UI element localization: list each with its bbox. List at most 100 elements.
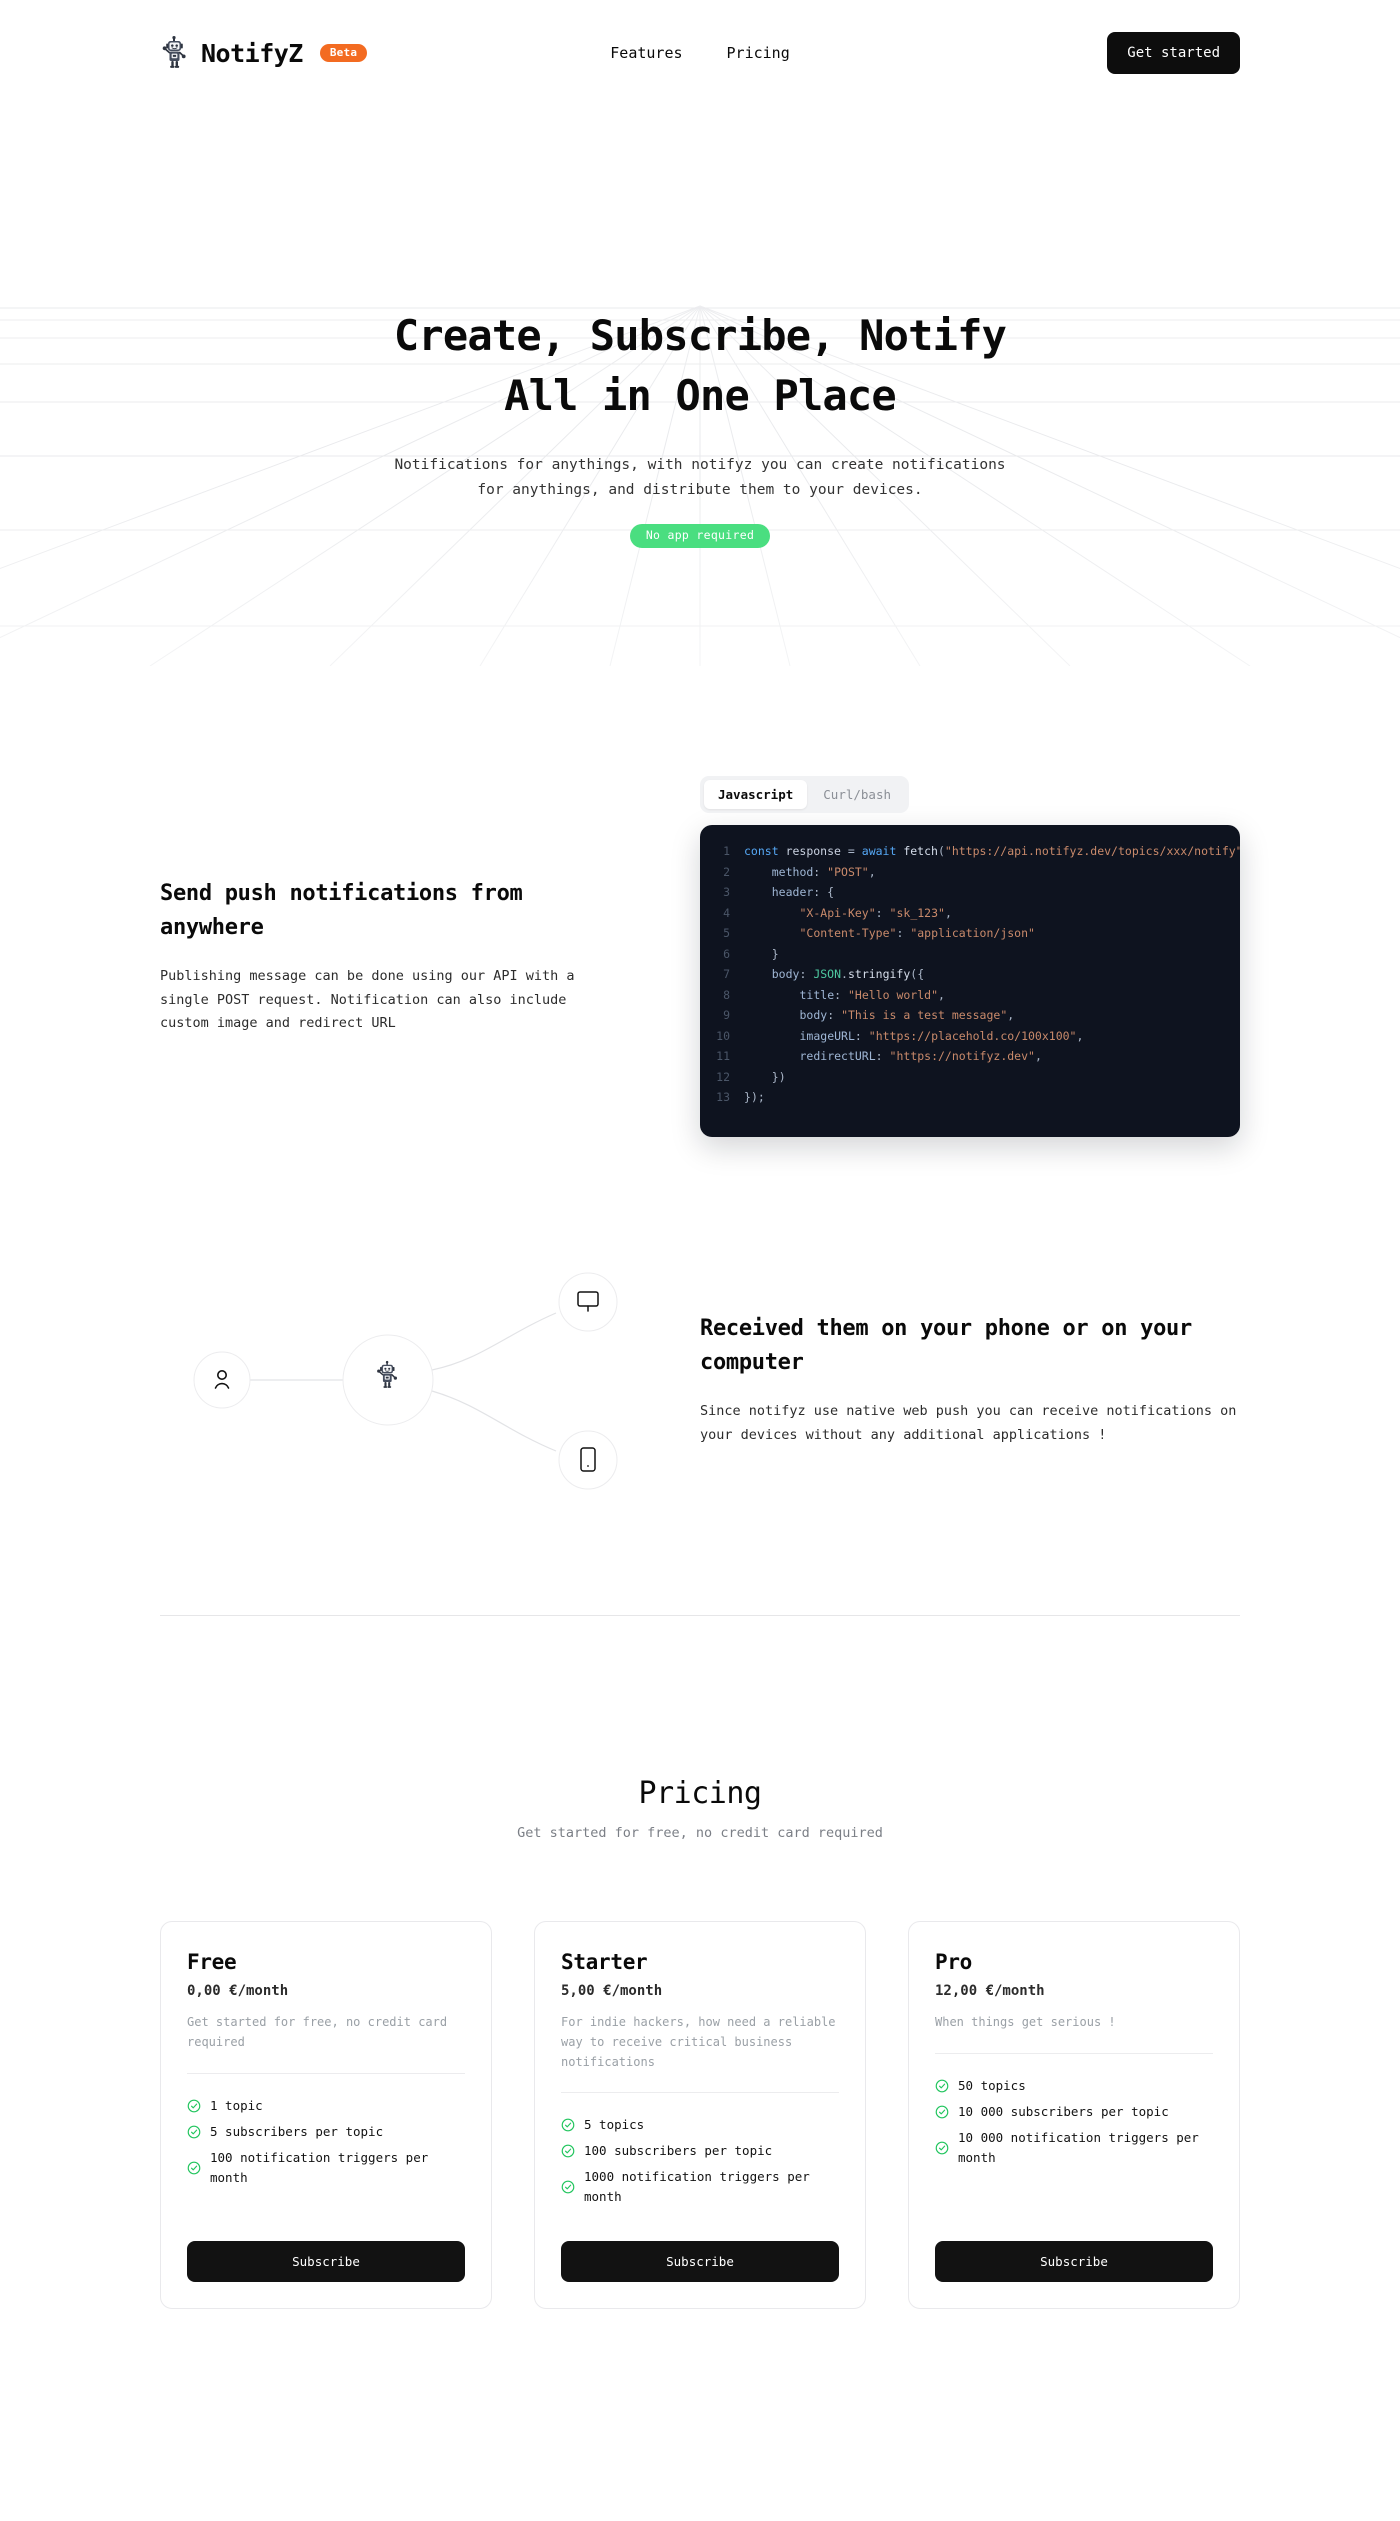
- plan-name: Free: [187, 1950, 237, 1974]
- check-circle-icon: [935, 2079, 949, 2093]
- plan-price: 5,00 €/month: [561, 1983, 663, 1999]
- code-line-content: body: "This is a test message",: [799, 1008, 1015, 1022]
- code-line-number: 12: [716, 1069, 730, 1084]
- plan-divider: [187, 2072, 465, 2074]
- plan-feature: 50 topics: [935, 2076, 1213, 2096]
- code-line: 5 "Content-Type": "application/json": [700, 923, 1240, 944]
- hero-subtitle-line-2: for anythings, and distribute them to yo…: [477, 482, 923, 499]
- code-line-number: 8: [723, 987, 730, 1002]
- check-circle-icon: [935, 2105, 949, 2119]
- code-line: 9 body: "This is a test message",: [700, 1005, 1240, 1026]
- nav-link-pricing[interactable]: Pricing: [727, 44, 790, 62]
- hero-subtitle: Notifications for anythings, with notify…: [0, 453, 1400, 504]
- code-line-number: 5: [723, 926, 730, 940]
- plan-price: 12,00 €/month: [935, 1983, 1045, 1999]
- plan-feature-label: 10 000 notification triggers per month: [958, 2129, 1199, 2165]
- plan-feature: 10 000 notification triggers per month: [935, 2128, 1213, 2168]
- pricing-title: Pricing: [638, 1776, 762, 1811]
- robot-icon: [162, 36, 186, 68]
- code-line-content: });: [744, 1090, 765, 1104]
- code-line-number: 3: [723, 885, 730, 899]
- plan-feature: 1 topic: [187, 2096, 465, 2116]
- brand-name: NotifyZ: [201, 38, 303, 68]
- feature-receive-text: Received them on your phone or on your c…: [700, 1312, 1240, 1447]
- plan-feature-label: 100 subscribers per topic: [584, 2143, 773, 2159]
- pricing-card: Starter 5,00 €/month For indie hackers, ho…: [534, 1921, 866, 2309]
- code-line-content: title: "Hello world",: [799, 987, 945, 1002]
- subscribe-button[interactable]: Subscribe: [561, 2241, 839, 2282]
- pricing-subtitle: Get started for free, no credit card req…: [517, 1825, 883, 1841]
- code-line-content: redirectURL: "https://notifyz.dev",: [799, 1049, 1042, 1063]
- plan-feature-label: 100 notification triggers per month: [210, 2149, 429, 2185]
- plan-feature-label: 1000 notification triggers per month: [584, 2169, 810, 2205]
- code-line-content: "X-Api-Key": "sk_123",: [799, 905, 952, 920]
- no-app-required-badge: No app required: [629, 523, 771, 549]
- landing-page: NotifyZ Beta Features Pricing Get starte…: [0, 0, 1400, 2407]
- plan-description: When things get serious !: [935, 2015, 1116, 2029]
- plan-feature-label: 1 topic: [210, 2097, 263, 2113]
- code-block[interactable]: 1 const response = await fetch("https://a…: [700, 825, 1240, 1137]
- pricing-header: Pricing Get started for free, no credit …: [160, 1776, 1240, 1841]
- hero-title-line-2: All in One Place: [504, 371, 897, 421]
- diagram-node-phone: [558, 1430, 618, 1490]
- nav-link-features[interactable]: Features: [610, 44, 682, 62]
- subscribe-button[interactable]: Subscribe: [935, 2241, 1213, 2282]
- plan-feature: 5 subscribers per topic: [187, 2122, 465, 2142]
- code-line-number: 1: [723, 844, 730, 858]
- check-circle-icon: [187, 2161, 201, 2174]
- code-line-number: 6: [723, 946, 730, 961]
- plan-feature-list: 5 topics 100 subscribers per topic 1000 no…: [561, 2115, 839, 2207]
- hero-section: Create, Subscribe, Notify All in One Pla…: [0, 106, 1400, 666]
- plan-feature: 1000 notification triggers per month: [561, 2167, 839, 2207]
- code-line-content: "Content-Type": "application/json": [799, 926, 1035, 940]
- brand-logo[interactable]: NotifyZ Beta: [160, 36, 368, 70]
- code-line: 11 redirectURL: "https://notifyz.dev",: [700, 1046, 1240, 1067]
- feature-receive-title: Received them on your phone or on your c…: [700, 1316, 1192, 1376]
- plan-feature: 100 notification triggers per month: [187, 2148, 465, 2188]
- feature-push-description: Publishing message can be done using our…: [160, 968, 575, 1032]
- tab-curl-bash[interactable]: Curl/bash: [809, 780, 905, 809]
- check-circle-icon: [561, 2119, 575, 2132]
- code-line-content: header: {: [771, 885, 835, 899]
- code-line-number: 9: [723, 1008, 730, 1022]
- code-line: 3 header: {: [700, 882, 1240, 903]
- feature-receive-section: Received them on your phone or on your c…: [0, 1265, 1400, 1495]
- diagram-node-hub: [342, 1334, 434, 1426]
- code-line-number: 10: [716, 1028, 730, 1043]
- code-line-content: }: [771, 946, 779, 961]
- site-header: NotifyZ Beta Features Pricing Get starte…: [0, 0, 1400, 106]
- plan-feature-label: 50 topics: [958, 2077, 1026, 2093]
- feature-receive-description: Since notifyz use native web push you ca…: [700, 1403, 1237, 1444]
- code-line-number: 4: [723, 905, 730, 920]
- pricing-card: Pro 12,00 €/month When things get serious …: [908, 1921, 1240, 2309]
- plan-feature-list: 1 topic 5 subscribers per topic 100 notifi…: [187, 2096, 465, 2188]
- code-line-content: body: JSON.stringify({: [771, 967, 925, 981]
- check-circle-icon: [935, 2141, 949, 2155]
- code-line: 4 "X-Api-Key": "sk_123",: [700, 903, 1240, 924]
- plan-description: For indie hackers, how need a reliable w…: [561, 2015, 836, 2069]
- hero-title: Create, Subscribe, Notify All in One Pla…: [0, 306, 1400, 427]
- code-line-number: 2: [723, 864, 730, 879]
- pricing-section: Pricing Get started for free, no credit …: [0, 1776, 1400, 2309]
- code-line: 1 const response = await fetch("https://a…: [700, 841, 1240, 862]
- code-line-number: 11: [716, 1049, 730, 1063]
- code-line-number: 7: [723, 967, 730, 981]
- code-line: 12 }): [700, 1067, 1240, 1088]
- feature-push-text: Send push notifications from anywhere Pu…: [160, 877, 700, 1036]
- diagram-node-user: [193, 1351, 251, 1409]
- hero-title-line-1: Create, Subscribe, Notify: [393, 311, 1007, 360]
- code-line: 2 method: "POST",: [700, 862, 1240, 883]
- plan-feature-label: 5 subscribers per topic: [210, 2123, 384, 2139]
- subscribe-button[interactable]: Subscribe: [187, 2241, 465, 2282]
- plan-description: Get started for free, no credit card req…: [187, 2015, 448, 2049]
- check-circle-icon: [187, 2125, 201, 2138]
- device-diagram: [160, 1265, 700, 1495]
- main-nav: Features Pricing: [610, 44, 789, 62]
- code-line-content: method: "POST",: [771, 864, 876, 879]
- get-started-button[interactable]: Get started: [1107, 32, 1240, 74]
- tab-javascript[interactable]: Javascript: [704, 780, 808, 809]
- check-circle-icon: [187, 2099, 201, 2112]
- code-line-content: imageURL: "https://placehold.co/100x100"…: [799, 1028, 1084, 1043]
- code-line-number: 13: [716, 1090, 730, 1104]
- notification-flow-diagram: [193, 1272, 618, 1490]
